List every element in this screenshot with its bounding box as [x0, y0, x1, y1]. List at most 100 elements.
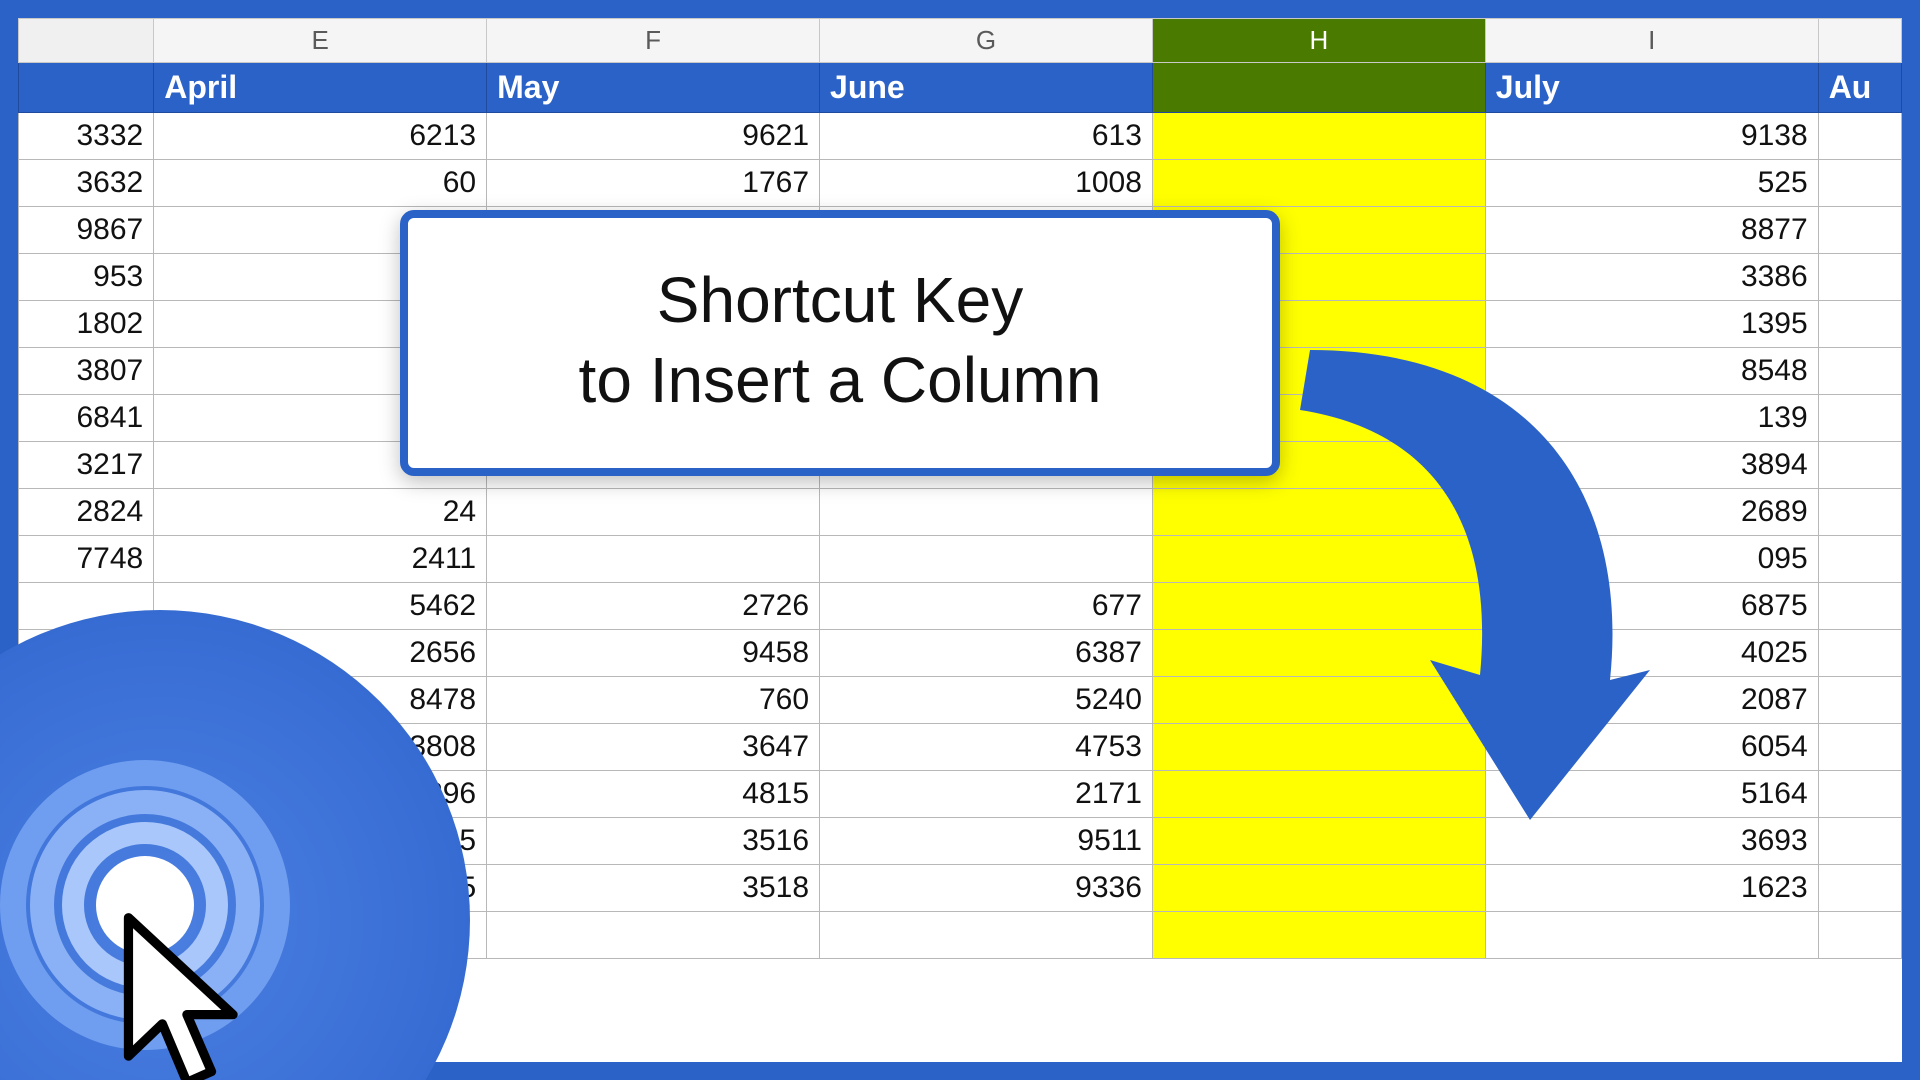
cell-G[interactable] [820, 536, 1153, 583]
cell-J[interactable] [1818, 489, 1901, 536]
cell-F[interactable]: 4815 [487, 771, 820, 818]
cell-J[interactable] [1818, 865, 1901, 912]
cell-F[interactable] [487, 912, 820, 959]
cell-E[interactable]: 6213 [154, 113, 487, 160]
row-stub-cell[interactable]: 1802 [19, 301, 154, 348]
cell-H[interactable] [1152, 160, 1485, 207]
cell-H[interactable] [1152, 724, 1485, 771]
cell-G[interactable]: 6387 [820, 630, 1153, 677]
cell-I[interactable] [1485, 912, 1818, 959]
cell-J[interactable] [1818, 113, 1901, 160]
cell-G[interactable]: 1008 [820, 160, 1153, 207]
row-stub-cell[interactable]: 2824 [19, 489, 154, 536]
cell-I[interactable]: 1623 [1485, 865, 1818, 912]
cell-I[interactable]: 2689 [1485, 489, 1818, 536]
cell-J[interactable] [1818, 395, 1901, 442]
cell-J[interactable] [1818, 348, 1901, 395]
cell-I[interactable]: 525 [1485, 160, 1818, 207]
cell-E[interactable]: 2411 [154, 536, 487, 583]
cell-J[interactable] [1818, 912, 1901, 959]
header-cell-F[interactable]: May [487, 63, 820, 113]
cell-I[interactable]: 4025 [1485, 630, 1818, 677]
cell-F[interactable]: 760 [487, 677, 820, 724]
cell-J[interactable] [1818, 677, 1901, 724]
cell-F[interactable]: 2726 [487, 583, 820, 630]
cell-H[interactable] [1152, 677, 1485, 724]
cell-I[interactable]: 6875 [1485, 583, 1818, 630]
column-header-F[interactable]: F [487, 19, 820, 63]
cell-H[interactable] [1152, 771, 1485, 818]
cell-F[interactable] [487, 536, 820, 583]
select-all-corner[interactable] [19, 19, 154, 63]
cell-I[interactable]: 8548 [1485, 348, 1818, 395]
cell-J[interactable] [1818, 536, 1901, 583]
cell-J[interactable] [1818, 160, 1901, 207]
row-stub-cell[interactable]: 7748 [19, 536, 154, 583]
cell-G[interactable]: 9336 [820, 865, 1153, 912]
column-header-E[interactable]: E [154, 19, 487, 63]
row-stub-cell[interactable]: 3332 [19, 113, 154, 160]
row-stub-cell[interactable]: 3632 [19, 160, 154, 207]
column-header-I[interactable]: I [1485, 19, 1818, 63]
cell-H[interactable] [1152, 489, 1485, 536]
cell-J[interactable] [1818, 771, 1901, 818]
cell-J[interactable] [1818, 207, 1901, 254]
cell-J[interactable] [1818, 630, 1901, 677]
column-header-G[interactable]: G [820, 19, 1153, 63]
cell-F[interactable] [487, 489, 820, 536]
cell-H[interactable] [1152, 536, 1485, 583]
cell-F[interactable]: 1767 [487, 160, 820, 207]
cell-H[interactable] [1152, 583, 1485, 630]
cell-J[interactable] [1818, 818, 1901, 865]
cell-I[interactable]: 1395 [1485, 301, 1818, 348]
row-stub-cell[interactable]: 953 [19, 254, 154, 301]
cell-F[interactable]: 9621 [487, 113, 820, 160]
cell-J[interactable] [1818, 442, 1901, 489]
cell-G[interactable]: 4753 [820, 724, 1153, 771]
header-stub[interactable] [19, 63, 154, 113]
cell-H[interactable] [1152, 818, 1485, 865]
row-stub-cell[interactable]: 6841 [19, 395, 154, 442]
cell-H[interactable] [1152, 865, 1485, 912]
cell-G[interactable]: 677 [820, 583, 1153, 630]
cell-I[interactable]: 3386 [1485, 254, 1818, 301]
cell-G[interactable] [820, 489, 1153, 536]
cell-I[interactable]: 5164 [1485, 771, 1818, 818]
column-header-H[interactable]: H [1152, 19, 1485, 63]
header-cell-E[interactable]: April [154, 63, 487, 113]
row-stub-cell[interactable]: 3807 [19, 348, 154, 395]
cell-I[interactable]: 9138 [1485, 113, 1818, 160]
cell-F[interactable]: 3516 [487, 818, 820, 865]
cell-I[interactable]: 3894 [1485, 442, 1818, 489]
cell-F[interactable]: 3647 [487, 724, 820, 771]
cell-I[interactable]: 095 [1485, 536, 1818, 583]
cell-H[interactable] [1152, 912, 1485, 959]
cell-J[interactable] [1818, 583, 1901, 630]
cell-G[interactable]: 2171 [820, 771, 1153, 818]
cell-J[interactable] [1818, 254, 1901, 301]
cell-I[interactable]: 6054 [1485, 724, 1818, 771]
row-stub-cell[interactable]: 3217 [19, 442, 154, 489]
cell-G[interactable]: 9511 [820, 818, 1153, 865]
cell-H[interactable] [1152, 113, 1485, 160]
cell-I[interactable]: 8877 [1485, 207, 1818, 254]
header-cell-G[interactable]: June [820, 63, 1153, 113]
column-header-J[interactable] [1818, 19, 1901, 63]
cell-J[interactable] [1818, 301, 1901, 348]
header-cell-I[interactable]: July [1485, 63, 1818, 113]
header-cell-H[interactable] [1152, 63, 1485, 113]
cell-G[interactable] [820, 912, 1153, 959]
cell-I[interactable]: 3693 [1485, 818, 1818, 865]
cell-E[interactable]: 24 [154, 489, 487, 536]
cell-I[interactable]: 2087 [1485, 677, 1818, 724]
cell-I[interactable]: 139 [1485, 395, 1818, 442]
cell-F[interactable]: 3518 [487, 865, 820, 912]
cell-J[interactable] [1818, 724, 1901, 771]
cell-F[interactable]: 9458 [487, 630, 820, 677]
cell-G[interactable]: 613 [820, 113, 1153, 160]
cell-E[interactable]: 60 [154, 160, 487, 207]
row-stub-cell[interactable]: 9867 [19, 207, 154, 254]
cell-G[interactable]: 5240 [820, 677, 1153, 724]
header-cell-J[interactable]: Au [1818, 63, 1901, 113]
cell-H[interactable] [1152, 630, 1485, 677]
